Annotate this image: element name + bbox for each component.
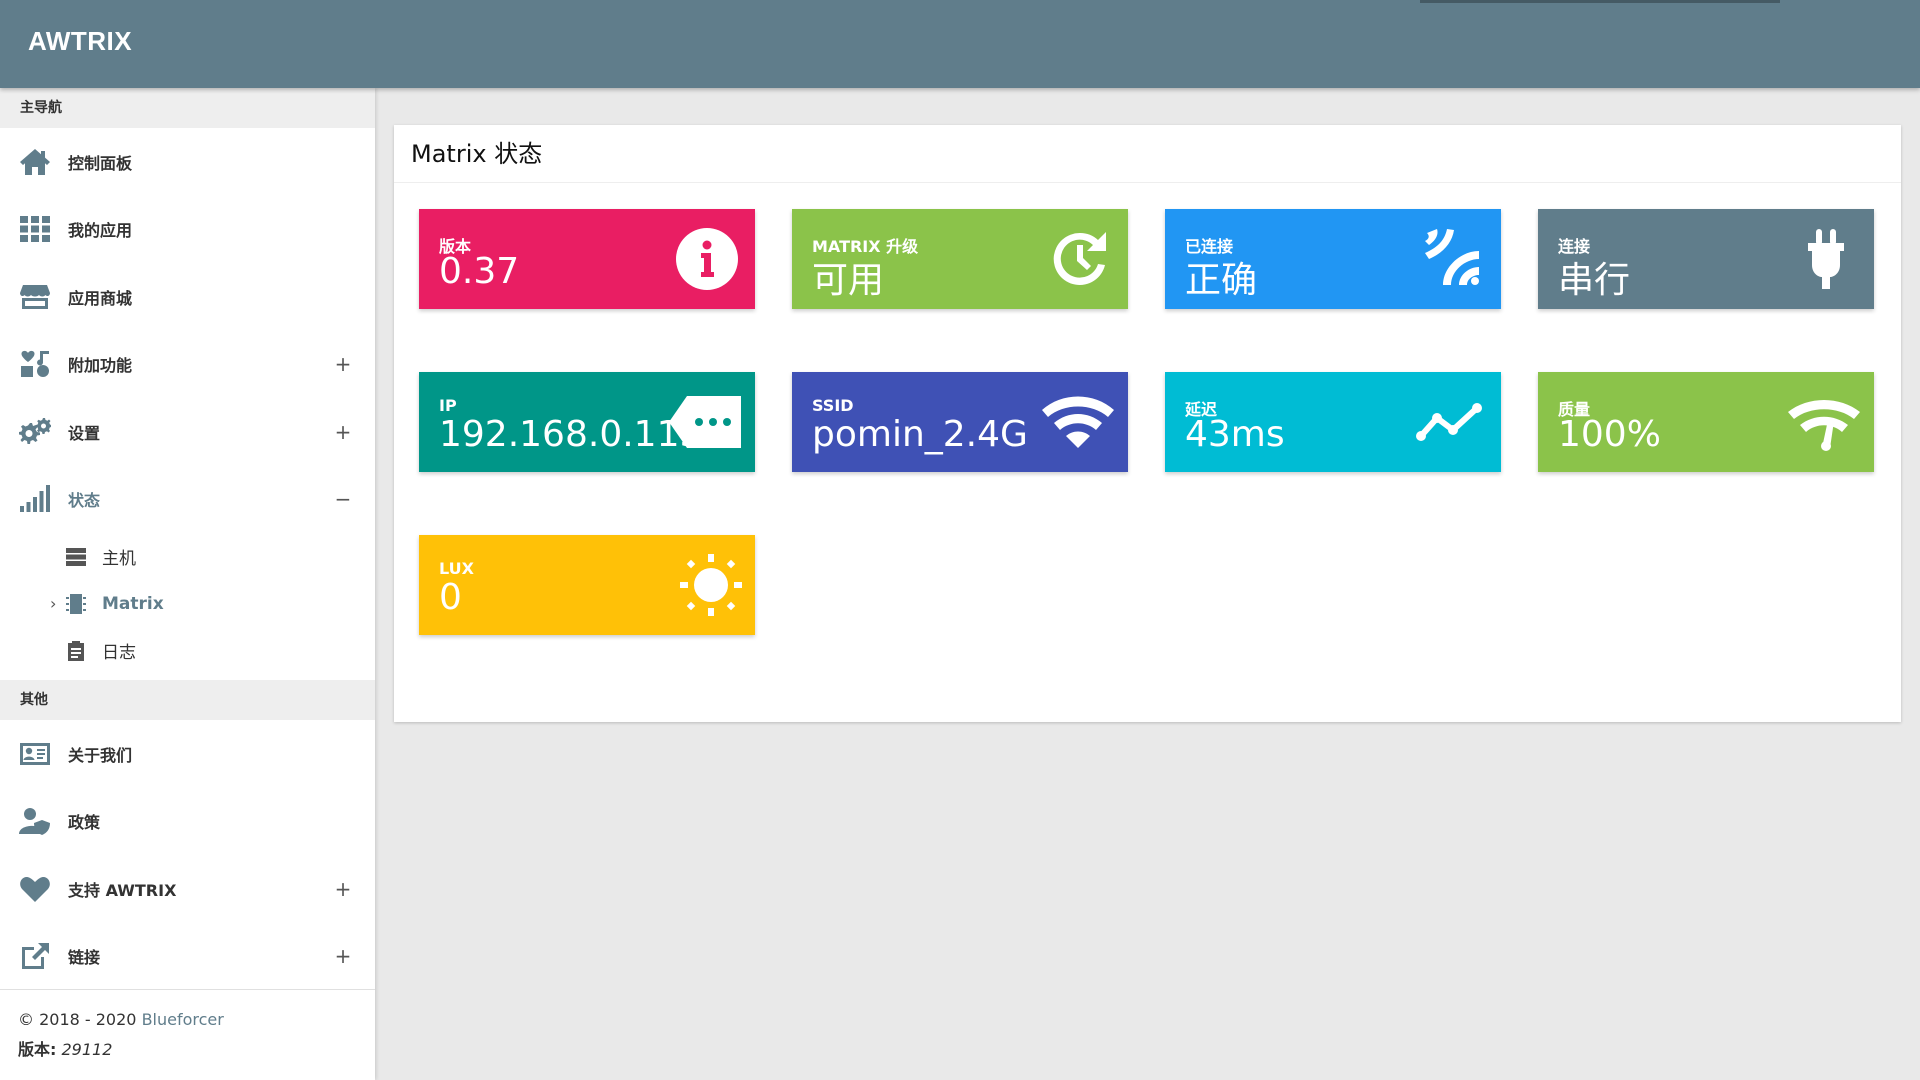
sidebar-item-dashboard[interactable]: 控制面板	[0, 128, 375, 196]
sidebar-subitem-label: Matrix	[102, 593, 164, 614]
server-icon	[64, 546, 88, 568]
sidebar-item-extras[interactable]: 附加功能 +	[0, 331, 375, 399]
signal-bars-icon	[18, 483, 52, 515]
tile-version[interactable]: 版本 0.37	[419, 209, 755, 309]
plug-icon	[1794, 227, 1858, 291]
sun-icon	[679, 553, 743, 617]
sidebar-item-about[interactable]: 关于我们	[0, 720, 375, 788]
sidebar-subitem-label: 主机	[102, 549, 136, 569]
user-shield-icon	[18, 805, 52, 837]
tile-quality[interactable]: 质量 100%	[1538, 372, 1874, 472]
sidebar-item-label: 链接	[68, 948, 101, 968]
sidebar-item-label: 支持 AWTRIX	[68, 880, 177, 900]
sidebar-subitem-label: 日志	[102, 643, 136, 663]
sidebar-item-label: 应用商城	[68, 288, 133, 308]
version-value: 29112	[61, 1040, 113, 1059]
tile-value: 43ms	[1185, 414, 1285, 455]
sidebar-item-label: 我的应用	[68, 221, 133, 241]
tile-lux[interactable]: LUX 0	[419, 535, 755, 635]
sidebar-item-label: 状态	[68, 491, 101, 511]
external-link-icon	[18, 940, 52, 972]
topbar-accent	[1420, 0, 1780, 3]
tile-ssid[interactable]: SSID pomin_2.4G	[792, 372, 1128, 472]
matrix-status-card: Matrix 状态 版本 0.37 MATRIX 升级 可用 已连接 正确 连接	[394, 125, 1901, 722]
heart-icon	[18, 873, 52, 905]
clipboard-icon	[64, 640, 88, 662]
sidebar-item-links[interactable]: 链接 +	[0, 923, 375, 991]
expand-toggle[interactable]: +	[333, 420, 353, 444]
status-tiles: 版本 0.37 MATRIX 升级 可用 已连接 正确 连接 串行 IP 192…	[419, 209, 1879, 635]
line-graph-icon	[1415, 390, 1487, 454]
tile-value: 可用	[812, 260, 885, 301]
sidebar: 主导航 控制面板 我的应用 应用商城 附加功能 + 设置 + 状态 − 主机 ›…	[0, 88, 375, 1080]
section-header-other: 其他	[0, 680, 375, 720]
sidebar-item-label: 政策	[68, 813, 101, 833]
tile-value: 100%	[1558, 414, 1661, 455]
tile-ip[interactable]: IP 192.168.0.113	[419, 372, 755, 472]
tag-dots-icon	[669, 390, 745, 454]
expand-toggle[interactable]: +	[333, 352, 353, 376]
version-line: 版本: 29112	[18, 1036, 357, 1060]
update-clock-icon	[1048, 227, 1112, 291]
top-bar: AWTRIX	[0, 0, 1920, 88]
tile-value: 0.37	[439, 251, 520, 292]
collapse-toggle[interactable]: −	[333, 487, 353, 511]
gears-icon	[18, 416, 52, 448]
apps-grid-icon	[18, 213, 52, 245]
tile-value: pomin_2.4G	[812, 414, 1028, 455]
sidebar-item-app-store[interactable]: 应用商城	[0, 263, 375, 331]
tile-value: 192.168.0.113	[439, 414, 703, 455]
copyright-text: © 2018 - 2020	[18, 1010, 142, 1029]
version-label: 版本:	[18, 1040, 57, 1059]
sidebar-item-support[interactable]: 支持 AWTRIX +	[0, 855, 375, 923]
sidebar-item-label: 关于我们	[68, 745, 133, 765]
store-icon	[18, 281, 52, 313]
sidebar-item-label: 设置	[68, 423, 101, 443]
sidebar-subitem-log[interactable]: 日志	[0, 627, 375, 674]
section-header-main: 主导航	[0, 88, 375, 128]
sidebar-item-status[interactable]: 状态 −	[0, 466, 375, 534]
sidebar-footer: © 2018 - 2020 Blueforcer 版本: 29112	[0, 989, 375, 1080]
tile-value: 串行	[1558, 260, 1631, 301]
info-icon	[675, 227, 739, 291]
wireless-signal-icon	[1421, 227, 1485, 291]
id-card-icon	[18, 738, 52, 770]
sidebar-item-settings[interactable]: 设置 +	[0, 398, 375, 466]
home-icon	[18, 146, 52, 178]
sidebar-item-policy[interactable]: 政策	[0, 788, 375, 856]
sidebar-item-label: 附加功能	[68, 356, 133, 376]
tile-latency[interactable]: 延迟 43ms	[1165, 372, 1501, 472]
tile-value: 0	[439, 577, 462, 618]
sidebar-subitem-host[interactable]: 主机	[0, 533, 375, 580]
sidebar-item-label: 控制面板	[68, 153, 133, 173]
author-link[interactable]: Blueforcer	[142, 1010, 224, 1029]
tile-label: SSID	[812, 396, 854, 415]
tile-label: LUX	[439, 559, 474, 578]
sidebar-subitem-matrix[interactable]: › Matrix	[0, 580, 375, 627]
wifi-icon	[1042, 390, 1114, 454]
card-title: Matrix 状态	[394, 125, 1901, 183]
chevron-right-icon: ›	[50, 594, 57, 613]
extras-icon	[18, 348, 52, 380]
chip-icon	[64, 593, 88, 615]
tile-connection[interactable]: 连接 串行	[1538, 209, 1874, 309]
sidebar-item-my-apps[interactable]: 我的应用	[0, 196, 375, 264]
expand-toggle[interactable]: +	[333, 944, 353, 968]
tile-value: 正确	[1185, 260, 1258, 301]
copyright-line: © 2018 - 2020 Blueforcer	[18, 1010, 357, 1029]
tile-label: IP	[439, 396, 457, 415]
wifi-gauge-icon	[1788, 390, 1860, 454]
app-title[interactable]: AWTRIX	[28, 26, 132, 57]
expand-toggle[interactable]: +	[333, 877, 353, 901]
tile-connected[interactable]: 已连接 正确	[1165, 209, 1501, 309]
tile-matrix-update[interactable]: MATRIX 升级 可用	[792, 209, 1128, 309]
